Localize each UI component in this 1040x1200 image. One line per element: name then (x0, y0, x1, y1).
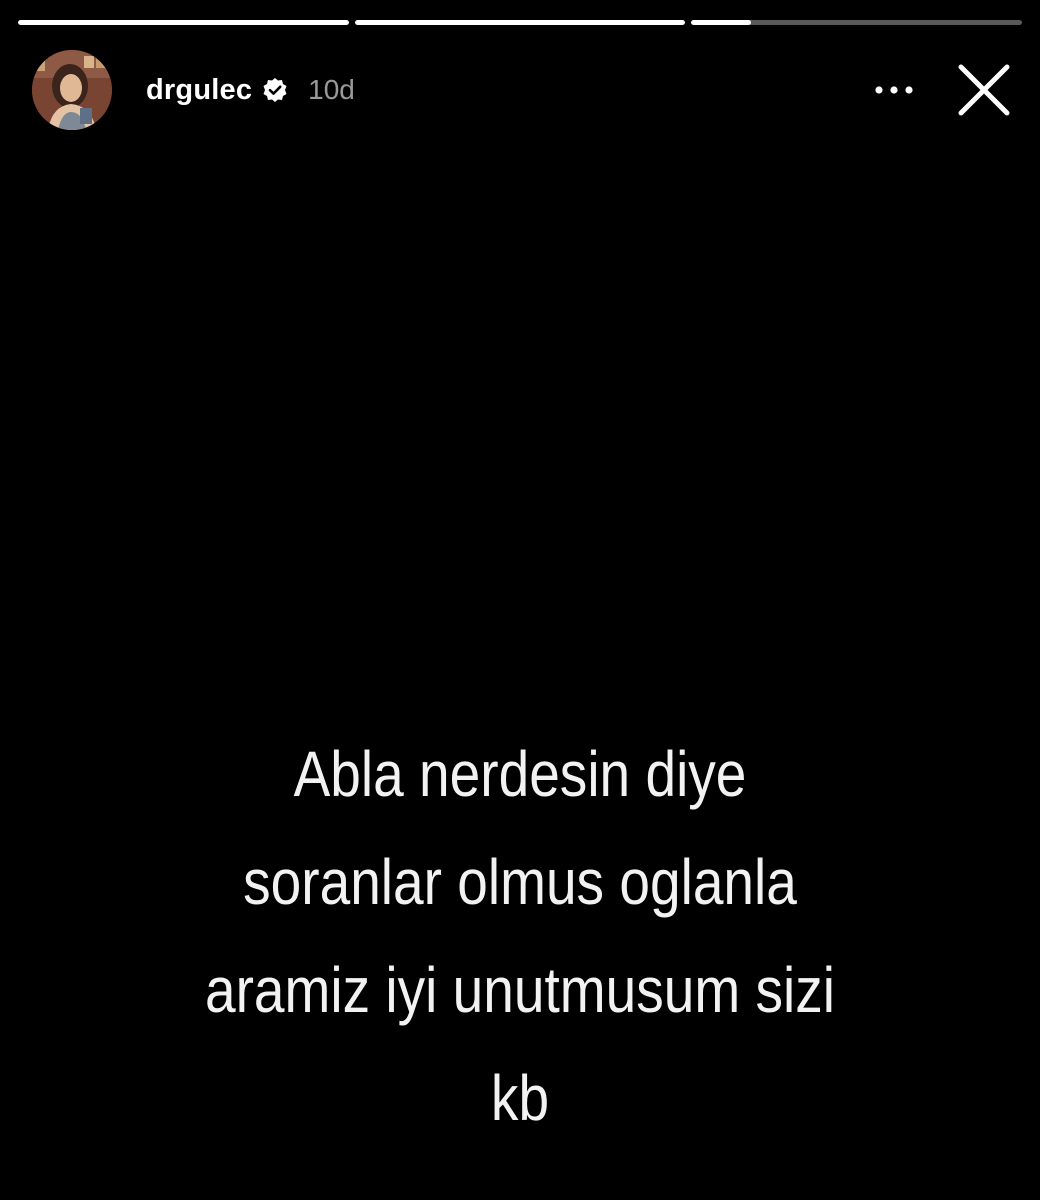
close-icon[interactable] (952, 58, 1016, 122)
progress-segment-2 (354, 20, 686, 25)
more-options-icon[interactable] (870, 66, 918, 114)
verified-badge-icon (262, 77, 288, 103)
progress-fill-1 (18, 20, 349, 25)
story-header: drgulec 10d (32, 48, 1016, 132)
username[interactable]: drgulec (146, 74, 252, 107)
progress-segment-3 (691, 20, 1023, 25)
progress-fill-3 (691, 20, 751, 25)
caption-line-4: kb (490, 1062, 550, 1134)
caption-line-3: aramiz iyi unutmusum sizi (204, 954, 836, 1026)
progress-fill-2 (354, 20, 686, 25)
avatar[interactable] (32, 50, 112, 130)
avatar-image (32, 50, 112, 130)
post-time: 10d (308, 74, 355, 105)
story-progress-bar (18, 20, 1023, 25)
caption-line-2: soranlar olmus oglanla (243, 846, 797, 918)
progress-segment-1 (18, 20, 349, 25)
caption-line-1: Abla nerdesin diye (293, 738, 747, 810)
story-caption: Abla nerdesin diye soranlar olmus oglanl… (142, 720, 899, 1152)
